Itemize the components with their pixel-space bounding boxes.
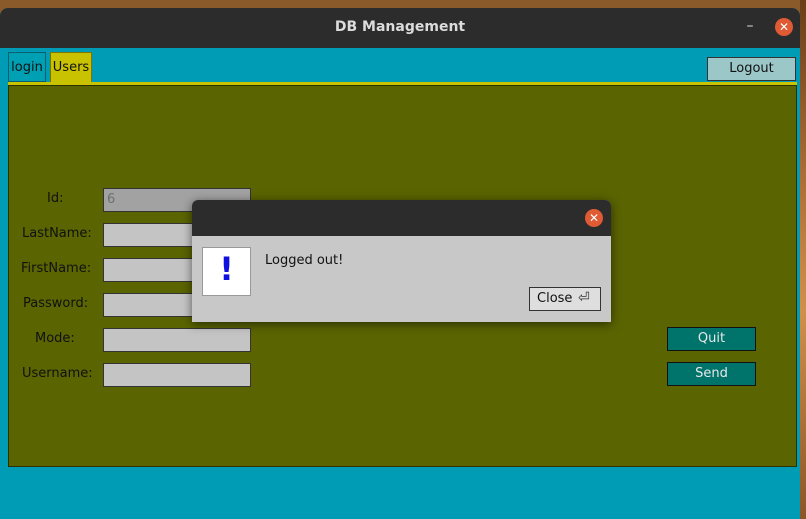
mode-field[interactable] xyxy=(103,328,251,352)
exclamation-icon: ! xyxy=(219,250,234,288)
desktop-background xyxy=(800,0,806,519)
password-label: Password: xyxy=(23,296,89,311)
id-label: Id: xyxy=(47,191,64,206)
close-icon[interactable]: ✕ xyxy=(775,18,793,36)
mode-label: Mode: xyxy=(35,331,75,346)
minimize-icon[interactable]: – xyxy=(740,16,760,36)
dialog-close-button[interactable]: Close ⏎ xyxy=(529,287,601,311)
username-field[interactable] xyxy=(103,363,251,387)
enter-key-icon: ⏎ xyxy=(578,290,590,306)
tab-users[interactable]: Users xyxy=(50,52,92,82)
firstname-label: FirstName: xyxy=(21,261,92,276)
quit-button[interactable]: Quit xyxy=(667,327,756,351)
dialog-message: Logged out! xyxy=(265,253,344,268)
info-icon-box: ! xyxy=(202,247,251,296)
title-bar: DB Management – ✕ xyxy=(0,8,800,48)
username-label: Username: xyxy=(22,366,93,381)
window-title: DB Management xyxy=(334,19,466,35)
dialog-title-bar: ✕ xyxy=(192,200,611,236)
tab-login[interactable]: login xyxy=(8,52,46,82)
dialog-close-label: Close xyxy=(537,291,573,306)
message-dialog: ✕ ! Logged out! Close ⏎ xyxy=(192,200,611,322)
lastname-label: LastName: xyxy=(22,226,92,241)
dialog-close-icon[interactable]: ✕ xyxy=(585,209,603,227)
bottom-bar xyxy=(0,467,800,519)
logout-button[interactable]: Logout xyxy=(707,57,796,81)
send-button[interactable]: Send xyxy=(667,362,756,386)
